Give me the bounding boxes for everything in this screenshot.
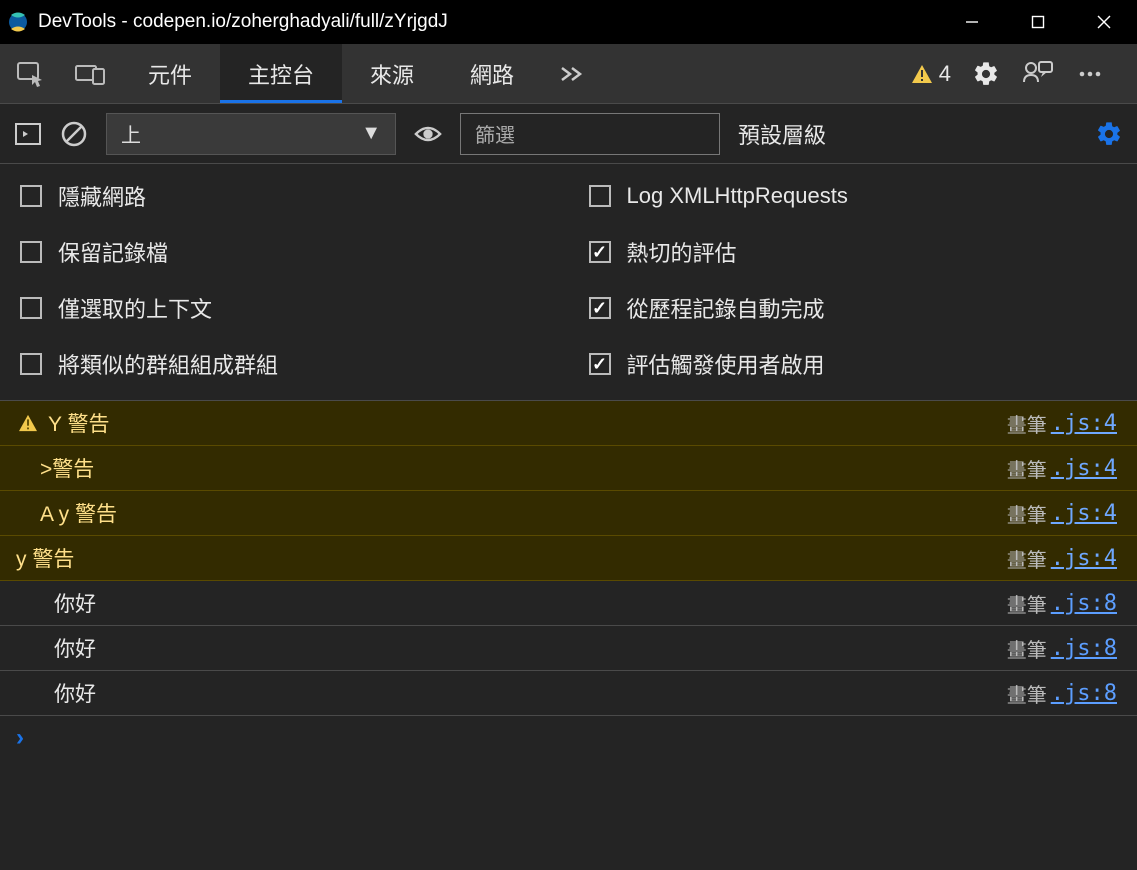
console-message: 你好 [54,588,1007,618]
console-source-link[interactable]: .js:8 [1051,591,1117,616]
checkbox-hide-network[interactable]: 隱藏網路 [20,180,549,212]
tab-sources[interactable]: 來源 [342,44,442,103]
gear-icon [1095,120,1123,148]
window-title: DevTools - codepen.io/zoherghadyali/full… [38,11,939,33]
tab-sources-label: 來源 [370,58,414,90]
checkbox-autocomplete-history[interactable]: 從歷程記錄自動完成 [589,292,1118,324]
context-value: 上 [121,119,141,148]
checkbox-label: 保留記錄檔 [58,236,168,268]
settings-button[interactable] [969,57,1003,91]
console-row: 你好畫筆 .js:8 [0,581,1137,626]
checkbox-label: 將類似的群組組成群組 [58,348,278,380]
console-source-link[interactable]: .js:4 [1051,411,1117,436]
checkbox-label: 隱藏網路 [58,180,146,212]
live-expression-button[interactable] [414,120,442,148]
checkbox-selected-context[interactable]: 僅選取的上下文 [20,292,549,324]
warning-count-badge[interactable]: 4 [911,61,951,87]
console-source: 畫筆 [1007,499,1047,528]
console-source-link[interactable]: .js:4 [1051,456,1117,481]
console-row: A y 警告畫筆 .js:4 [0,491,1137,536]
console-source-link[interactable]: .js:8 [1051,681,1117,706]
checkbox-eager-eval[interactable]: 熱切的評估 [589,236,1118,268]
devtools-tab-strip: 元件 主控台 來源 網路 4 [0,44,1137,104]
console-source: 畫筆 [1007,454,1047,483]
log-levels-label: 預設層級 [738,123,826,148]
checkbox-log-xhr[interactable]: Log XMLHttpRequests [589,180,1118,212]
console-settings-panel: 隱藏網路 Log XMLHttpRequests 保留記錄檔 熱切的評估 僅選取… [0,164,1137,401]
warning-count-text: 4 [939,61,951,87]
console-output: Y 警告畫筆 .js:4>警告畫筆 .js:4A y 警告畫筆 .js:4y 警… [0,401,1137,716]
console-row: y 警告畫筆 .js:4 [0,536,1137,581]
tab-elements-label: 元件 [148,58,192,90]
checkbox-group-similar[interactable]: 將類似的群組組成群組 [20,348,549,380]
console-message: y 警告 [16,543,1007,573]
tab-elements[interactable]: 元件 [120,44,220,103]
tab-network-label: 網路 [470,58,514,90]
minimize-button[interactable] [939,0,1005,44]
clear-console-button[interactable] [60,120,88,148]
checkbox-label: 從歷程記錄自動完成 [627,292,825,324]
toggle-console-sidebar-button[interactable] [14,120,42,148]
console-source: 畫筆 [1007,634,1047,663]
checkbox-label: 評估觸發使用者啟用 [627,348,825,380]
context-selector[interactable]: 上 ▼ [106,113,396,155]
checkbox-label: 熱切的評估 [627,236,737,268]
console-message: A y 警告 [40,498,1007,528]
console-settings-button[interactable] [1095,120,1123,148]
checkbox-label: Log XMLHttpRequests [627,183,848,209]
console-source-link[interactable]: .js:4 [1051,546,1117,571]
console-row: >警告畫筆 .js:4 [0,446,1137,491]
prompt-chevron-icon: › [16,724,24,752]
console-source: 畫筆 [1007,544,1047,573]
console-row: 你好畫筆 .js:8 [0,626,1137,671]
console-message: >警告 [40,453,1007,483]
console-input-row[interactable]: › [0,716,1137,760]
checkbox-preserve-log[interactable]: 保留記錄檔 [20,236,549,268]
console-row: 你好畫筆 .js:8 [0,671,1137,716]
chevron-down-icon: ▼ [361,122,381,145]
log-levels-dropdown[interactable]: 預設層級 [738,118,826,150]
maximize-button[interactable] [1005,0,1071,44]
inspect-element-icon[interactable] [0,44,60,103]
console-message: 你好 [54,633,1007,663]
more-tabs-button[interactable] [542,44,602,103]
console-source: 畫筆 [1007,679,1047,708]
console-row: Y 警告畫筆 .js:4 [0,401,1137,446]
window-titlebar: DevTools - codepen.io/zoherghadyali/full… [0,0,1137,44]
tab-network[interactable]: 網路 [442,44,542,103]
checkbox-label: 僅選取的上下文 [58,292,212,324]
tab-console-label: 主控台 [248,58,314,90]
console-source: 畫筆 [1007,409,1047,438]
console-source: 畫筆 [1007,589,1047,618]
console-toolbar: 上 ▼ 篩選 預設層級 [0,104,1137,164]
feedback-button[interactable] [1021,57,1055,91]
console-source-link[interactable]: .js:8 [1051,636,1117,661]
eye-icon [414,124,442,144]
warning-icon [16,414,40,432]
warning-icon [911,64,933,84]
console-source-link[interactable]: .js:4 [1051,501,1117,526]
gear-icon [972,60,1000,88]
app-icon [8,12,28,32]
clear-icon [61,121,87,147]
checkbox-eval-triggers[interactable]: 評估觸發使用者啟用 [589,348,1118,380]
feedback-icon [1023,60,1053,88]
close-button[interactable] [1071,0,1137,44]
device-toolbar-icon[interactable] [60,44,120,103]
kebab-menu-button[interactable] [1073,57,1107,91]
console-message: Y 警告 [48,408,1007,438]
console-message: 你好 [54,678,1007,708]
filter-input[interactable]: 篩選 [460,113,720,155]
more-icon [1078,70,1102,78]
tab-console[interactable]: 主控台 [220,44,342,103]
filter-placeholder: 篩選 [475,119,515,148]
